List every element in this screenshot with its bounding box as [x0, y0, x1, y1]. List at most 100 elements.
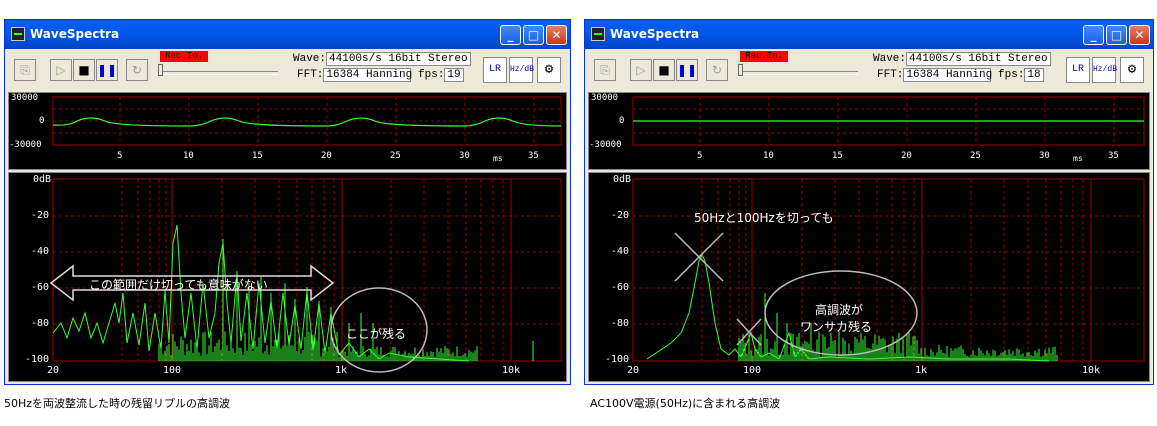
wavespectra-window-right: WaveSpectra _ □ ✕ ⎘ ▷ ■ ❚❚ ↻ Rec.In. Wav…: [584, 19, 1154, 385]
slider-thumb[interactable]: [738, 64, 743, 76]
toolbar: ⎘ ▷ ■ ❚❚ ↻ Rec.In. Wave: 44100s/s 16bit S…: [5, 49, 570, 92]
close-button[interactable]: ✕: [1129, 25, 1150, 45]
scope-x-tick: 20: [321, 151, 332, 161]
scope-x-tick: 5: [117, 151, 123, 161]
caption-left: 50Hzを両波整流した時の残留リプルの高調波: [4, 397, 231, 410]
scope-x-tick: 25: [390, 151, 401, 161]
settings-button[interactable]: ⚙: [537, 57, 561, 83]
maximize-button[interactable]: □: [1106, 25, 1127, 45]
loop-button[interactable]: ↻: [706, 59, 728, 81]
spec-y-tick: -40: [611, 246, 630, 257]
stop-icon: ■: [78, 63, 90, 77]
spec-x-tick: 1k: [915, 365, 928, 376]
scope-x-tick: 30: [459, 151, 470, 161]
close-button[interactable]: ✕: [546, 25, 567, 45]
rec-in-label: Rec.In.: [160, 51, 208, 62]
spec-y-tick: -80: [611, 318, 630, 329]
scope-y-tick: -30000: [589, 140, 622, 150]
play-button[interactable]: ▷: [50, 59, 72, 81]
spec-y-tick: 0dB: [613, 174, 632, 185]
fft-info: FFT: 16384 Hanning fps: 18: [877, 68, 1044, 82]
hz-db-button[interactable]: Hz/dB: [1092, 57, 1118, 83]
slider-thumb[interactable]: [158, 64, 163, 76]
spec-y-tick: -100: [25, 354, 50, 365]
spectrum-lines: [738, 293, 1058, 361]
spec-x-tick: 10k: [502, 365, 521, 376]
loop-button[interactable]: ↻: [126, 59, 148, 81]
oscilloscope-plot: [52, 96, 562, 146]
spec-y-tick: -20: [31, 210, 50, 221]
folder-icon: ⎘: [20, 63, 30, 77]
pause-button[interactable]: ❚❚: [676, 59, 698, 81]
wavespectra-window-left: WaveSpectra _ □ ✕ ⎘ ▷ ■ ❚❚ ↻ Rec.In. Wav…: [4, 19, 571, 385]
app-icon: [591, 27, 605, 41]
scope-x-tick: 35: [528, 151, 539, 161]
scope-x-tick: 35: [1108, 151, 1119, 161]
spec-x-tick: 100: [163, 365, 182, 376]
spec-y-tick: -60: [611, 282, 630, 293]
caption-right: AC100V電源(50Hz)に含まれる高調波: [590, 397, 781, 410]
ellipse-annotation-line1: 高調波が: [815, 303, 864, 317]
spec-y-tick: -80: [31, 318, 50, 329]
fft-info: FFT: 16384 Hanning fps: 19: [297, 68, 464, 82]
stop-button[interactable]: ■: [73, 59, 95, 81]
hz-db-button[interactable]: Hz/dB: [509, 57, 534, 83]
open-button[interactable]: ⎘: [594, 59, 616, 81]
lr-button[interactable]: LR: [483, 57, 507, 83]
play-icon: ▷: [56, 63, 66, 77]
scope-unit: ms: [1073, 154, 1083, 163]
wrench-icon: ⚙: [1127, 62, 1137, 78]
play-icon: ▷: [636, 63, 646, 77]
play-button[interactable]: ▷: [630, 59, 652, 81]
spectrum-lines: [158, 239, 478, 361]
scope-y-tick: -30000: [9, 140, 42, 150]
scope-x-tick: 15: [832, 151, 843, 161]
wrench-icon: ⚙: [544, 62, 554, 78]
input-level-slider[interactable]: [158, 71, 278, 75]
lr-icon: LR: [488, 64, 501, 75]
spec-y-tick: -40: [31, 246, 50, 257]
minimize-button[interactable]: _: [1083, 25, 1104, 45]
cut-annotation: 50Hzと100Hzを切っても: [694, 211, 834, 225]
ellipse-annotation-line2: ワンサカ残る: [800, 320, 873, 334]
spec-y-tick: -60: [31, 282, 50, 293]
spec-x-tick: 100: [743, 365, 762, 376]
minimize-button[interactable]: _: [500, 25, 521, 45]
maximize-button[interactable]: □: [523, 25, 544, 45]
scope-x-tick: 5: [697, 151, 703, 161]
ellipse-annotation: ここが残る: [346, 327, 407, 341]
stop-icon: ■: [658, 63, 670, 77]
arrow-annotation: この範囲だけ切っても意味がない: [89, 278, 268, 292]
spec-x-tick: 10k: [1082, 365, 1101, 376]
scope-y-tick: 30000: [591, 93, 619, 103]
toolbar: ⎘ ▷ ■ ❚❚ ↻ Rec.In. Wave: 44100s/s 16bit S…: [585, 49, 1153, 92]
oscilloscope-panel: 30000 0 -30000 5 10 15 20 25 30 35 ms: [8, 92, 567, 170]
settings-button[interactable]: ⚙: [1120, 57, 1144, 83]
scope-y-tick: 0: [39, 116, 45, 126]
spectrum-plot: [632, 178, 1145, 362]
scope-x-tick: 15: [252, 151, 263, 161]
spec-x-tick: 20: [627, 365, 640, 376]
scope-y-tick: 30000: [11, 93, 39, 103]
stop-button[interactable]: ■: [653, 59, 675, 81]
folder-icon: ⎘: [600, 63, 610, 77]
pause-button[interactable]: ❚❚: [96, 59, 118, 81]
spec-y-tick: -20: [611, 210, 630, 221]
rec-in-label: Rec.In.: [740, 51, 788, 62]
spectrum-panel: 0dB -20 -40 -60 -80 -100 20 100 1k 10k こ…: [8, 172, 567, 382]
scope-y-tick: 0: [619, 116, 625, 126]
scope-x-tick: 10: [183, 151, 194, 161]
spec-y-tick: -100: [605, 354, 630, 365]
loop-icon: ↻: [711, 63, 723, 77]
pause-icon: ❚❚: [677, 63, 698, 77]
lr-button[interactable]: LR: [1066, 57, 1090, 83]
title-bar[interactable]: WaveSpectra _ □ ✕: [585, 20, 1153, 49]
oscilloscope-panel: 30000 0 -30000 5 10 15 20 25 30 35 ms: [588, 92, 1150, 170]
input-level-slider[interactable]: [738, 71, 858, 75]
title-bar[interactable]: WaveSpectra _ □ ✕: [5, 20, 570, 49]
window-title: WaveSpectra: [30, 27, 120, 41]
open-button[interactable]: ⎘: [14, 59, 36, 81]
scope-x-tick: 20: [901, 151, 912, 161]
hz-db-icon: Hz/dB: [1093, 65, 1118, 74]
pause-icon: ❚❚: [97, 63, 118, 77]
